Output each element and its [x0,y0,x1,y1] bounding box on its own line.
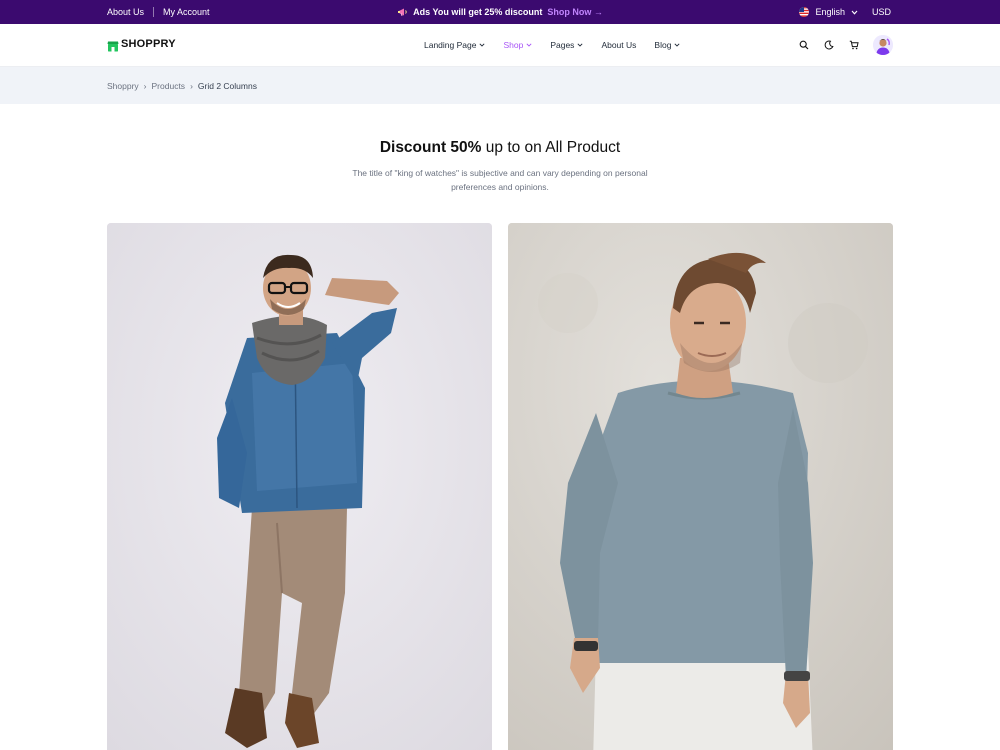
search-icon[interactable] [797,38,811,52]
logo[interactable]: SHOPPRY [107,38,176,51]
language-select[interactable]: English [815,7,845,17]
breadcrumb-separator: › [143,80,147,91]
product-image-man-gray-shirt [508,223,893,750]
nav-item-label: Blog [654,40,672,50]
cart-icon[interactable] [847,38,861,52]
nav-item-label: Shop [503,40,524,50]
main-navigation: Landing Page Shop Pages About Us Blog [424,24,698,66]
product-card[interactable] [508,223,893,750]
breadcrumb: Shoppry › Products › Grid 2 Columns [107,67,257,104]
main-header: SHOPPRY Landing Page Shop Pages About Us… [0,24,1000,67]
about-us-link[interactable]: About Us [107,7,144,17]
chevron-down-icon [479,43,485,47]
breadcrumb-bar: Shoppry › Products › Grid 2 Columns [0,67,1000,104]
nav-item-about-us[interactable]: About Us [601,40,636,50]
chevron-down-icon [674,43,680,47]
megaphone-icon [397,6,409,18]
avatar[interactable] [873,35,893,55]
my-account-link[interactable]: My Account [163,7,210,17]
page-title-strong: Discount 50% [379,139,482,156]
topbar-links: About Us My Account [107,0,210,24]
locale-controls: English USD [799,0,891,24]
shop-now-link[interactable]: Shop Now → [547,7,603,17]
currency-select[interactable]: USD [872,7,891,17]
nav-item-landing-page[interactable]: Landing Page [424,40,485,50]
breadcrumb-link-home[interactable]: Shoppry [107,81,139,91]
breadcrumb-separator: › [190,80,193,91]
breadcrumb-current: Grid 2 Columns [197,80,257,91]
product-image-man-denim-shirt [107,223,492,750]
divider [153,7,155,17]
nav-item-label: Landing Page [424,40,477,50]
us-flag-icon [799,7,810,17]
logo-text: SHOPPRY [121,38,176,50]
shop-logo-icon [107,39,119,51]
page-title-rest: up to on All Product [485,139,621,156]
page-description: The title of "king of watches" is subjec… [352,168,648,192]
product-card[interactable] [107,223,492,750]
breadcrumb-link-products[interactable]: Products [152,81,186,91]
nav-item-label: Pages [550,40,575,50]
nav-item-blog[interactable]: Blog [654,40,680,50]
chevron-down-icon[interactable] [851,10,858,15]
nav-item-pages[interactable]: Pages [550,40,583,50]
chevron-down-icon [577,43,583,47]
promo-text: Ads You will get 25% discount [413,7,543,17]
chevron-down-icon [526,43,532,47]
moon-icon[interactable] [822,38,836,52]
top-announcement-bar: About Us My Account Ads You will get 25%… [0,0,1000,24]
nav-item-shop[interactable]: Shop [503,40,532,50]
page-title: Discount 50% up to on All Product [0,139,1000,157]
header-actions [786,24,893,66]
nav-item-label: About Us [601,40,637,50]
